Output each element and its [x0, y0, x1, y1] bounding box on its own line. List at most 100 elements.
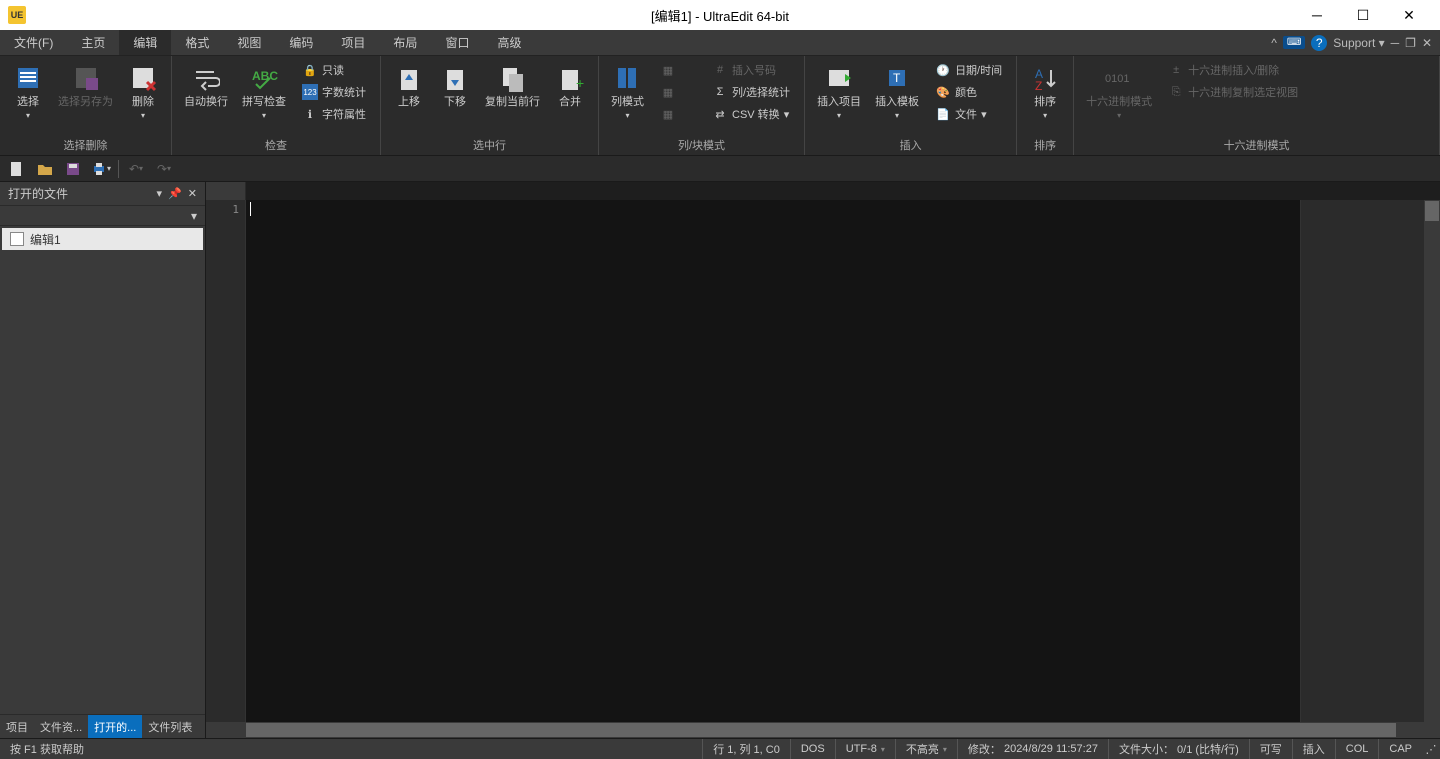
hex-icon: 0101: [1103, 62, 1135, 94]
print-button[interactable]: ▾: [90, 158, 112, 180]
status-encoding[interactable]: UTF-8: [836, 739, 896, 759]
status-readwrite[interactable]: 可写: [1250, 739, 1293, 759]
close-button[interactable]: ✕: [1386, 0, 1432, 30]
sidebar-filter-dropdown[interactable]: ▾: [0, 206, 205, 226]
hex-copy-icon: ⎘: [1168, 84, 1184, 100]
save-selection-button[interactable]: 选择另存为: [52, 60, 119, 134]
sidebar-tab-browser[interactable]: 文件资...: [34, 715, 88, 738]
save-button[interactable]: [62, 158, 84, 180]
insert-number-button[interactable]: #插入号码: [708, 60, 794, 80]
open-file-item[interactable]: 编辑1: [2, 228, 203, 250]
horizontal-scrollbar[interactable]: [206, 722, 1440, 738]
char-props-button[interactable]: ℹ字符属性: [298, 104, 370, 124]
readonly-button[interactable]: 🔒只读: [298, 60, 370, 80]
spellcheck-button[interactable]: ABC 拼写检查▾: [236, 60, 292, 134]
sort-button[interactable]: AZ排序▾: [1023, 60, 1067, 134]
new-file-button[interactable]: [6, 158, 28, 180]
csv-icon: ⇄: [712, 106, 728, 122]
sidebar-close-icon[interactable]: ✕: [188, 187, 197, 200]
delete-icon: [127, 62, 159, 94]
sidebar-dropdown-icon[interactable]: ▾: [157, 187, 163, 200]
insert-template-button[interactable]: T插入模板▾: [869, 60, 925, 134]
statusbar: 按 F1 获取帮助 行 1, 列 1, C0 DOS UTF-8 不高亮 修改：…: [0, 738, 1440, 759]
ribbon-group-label: 列/块模式: [605, 135, 798, 155]
scroll-thumb[interactable]: [1425, 201, 1439, 221]
ribbon-group-column: 列模式▾ ▦ ▦ ▦ #插入号码 Σ列/选择统计 ⇄CSV 转换 ▾ 列/块模式: [599, 56, 805, 155]
menu-file[interactable]: 文件(F): [0, 30, 67, 55]
maximize-button[interactable]: ☐: [1340, 0, 1386, 30]
mdi-minimize-icon[interactable]: ─: [1391, 36, 1400, 50]
delete-button[interactable]: 删除▾: [121, 60, 165, 134]
undo-button[interactable]: ↶ ▾: [125, 158, 147, 180]
status-col[interactable]: COL: [1336, 739, 1380, 759]
help-icon[interactable]: ?: [1311, 35, 1327, 51]
ribbon-collapse-icon[interactable]: ^: [1271, 36, 1277, 50]
status-highlight[interactable]: 不高亮: [896, 739, 958, 759]
resize-grip-icon[interactable]: ⋰: [1422, 743, 1440, 756]
ribbon-group-check: 自动换行 ABC 拼写检查▾ 🔒只读 123字数统计 ℹ字符属性 检查: [172, 56, 381, 155]
sidebar-tab-open[interactable]: 打开的...: [88, 715, 142, 738]
status-insert[interactable]: 插入: [1293, 739, 1336, 759]
insert-file-button[interactable]: 📄文件 ▾: [931, 104, 1006, 124]
datetime-icon: 🕐: [935, 62, 951, 78]
open-file-button[interactable]: [34, 158, 56, 180]
mdi-close-icon[interactable]: ✕: [1422, 36, 1432, 50]
menu-encoding[interactable]: 编码: [275, 30, 327, 55]
menu-home[interactable]: 主页: [67, 30, 119, 55]
menu-view[interactable]: 视图: [223, 30, 275, 55]
movedown-button[interactable]: 下移: [433, 60, 477, 134]
scroll-thumb[interactable]: [246, 723, 1396, 737]
moveup-button[interactable]: 上移: [387, 60, 431, 134]
minimize-button[interactable]: ─: [1294, 0, 1340, 30]
moveup-icon: [393, 62, 425, 94]
hex-copy-view-button[interactable]: ⎘十六进制复制选定视图: [1164, 82, 1302, 102]
svg-text:0101: 0101: [1105, 73, 1129, 85]
gutter-head: [206, 182, 246, 200]
text-editor[interactable]: [246, 200, 1300, 722]
menu-format[interactable]: 格式: [171, 30, 223, 55]
insert-datetime-button[interactable]: 🕐日期/时间: [931, 60, 1006, 80]
wordwrap-button[interactable]: 自动换行: [178, 60, 234, 134]
wordcount-button[interactable]: 123字数统计: [298, 82, 370, 102]
insert-color-button[interactable]: 🎨颜色: [931, 82, 1006, 102]
col-select-stats-button[interactable]: Σ列/选择统计: [708, 82, 794, 102]
merge-button[interactable]: +合并: [548, 60, 592, 134]
menubar: 文件(F) 主页 编辑 格式 视图 编码 项目 布局 窗口 高级 ^ ⌨ ? S…: [0, 30, 1440, 56]
hex-insert-delete-button[interactable]: ±十六进制插入/删除: [1164, 60, 1302, 80]
duplicate-line-button[interactable]: 复制当前行: [479, 60, 546, 134]
menu-layout[interactable]: 布局: [379, 30, 431, 55]
csv-convert-button[interactable]: ⇄CSV 转换 ▾: [708, 104, 794, 124]
menu-window[interactable]: 窗口: [431, 30, 483, 55]
ribbon: 选择▾ 选择另存为 删除▾ 选择删除 自动换行 ABC 拼写检查▾: [0, 56, 1440, 156]
keyboard-icon[interactable]: ⌨: [1283, 36, 1305, 49]
status-cap[interactable]: CAP: [1379, 739, 1422, 759]
status-lineend[interactable]: DOS: [791, 739, 836, 759]
status-position[interactable]: 行 1, 列 1, C0: [703, 739, 791, 759]
status-filesize: 文件大小： 0/1 (比特/行): [1109, 739, 1250, 759]
file-icon: 📄: [935, 106, 951, 122]
redo-button[interactable]: ↷ ▾: [153, 158, 175, 180]
insert-project-button[interactable]: 插入项目▾: [811, 60, 867, 134]
column-mode-button[interactable]: 列模式▾: [605, 60, 650, 134]
select-button[interactable]: 选择▾: [6, 60, 50, 134]
menu-project[interactable]: 项目: [327, 30, 379, 55]
insert-template-icon: T: [881, 62, 913, 94]
sidebar-pin-icon[interactable]: 📌: [168, 187, 182, 200]
col-s2: ▦: [656, 82, 698, 102]
minimap[interactable]: [1300, 200, 1440, 722]
editor: 0102030405060708090100110120130140 1: [206, 182, 1440, 738]
menu-edit[interactable]: 编辑: [119, 30, 171, 55]
readonly-icon: 🔒: [302, 62, 318, 78]
menu-advanced[interactable]: 高级: [483, 30, 535, 55]
sidebar-tab-list[interactable]: 文件列表: [142, 715, 198, 738]
svg-text:Z: Z: [1035, 79, 1042, 92]
sidebar-tabs: 项目 文件资... 打开的... 文件列表: [0, 714, 205, 738]
select-icon: [12, 62, 44, 94]
mdi-restore-icon[interactable]: ❐: [1405, 36, 1416, 50]
sidebar-header: 打开的文件 ▾ 📌 ✕: [0, 182, 205, 206]
vertical-scrollbar[interactable]: [1424, 200, 1440, 722]
sidebar-tab-project[interactable]: 项目: [0, 715, 34, 738]
char-props-icon: ℹ: [302, 106, 318, 122]
hex-mode-button[interactable]: 0101十六进制模式▾: [1080, 60, 1158, 134]
support-dropdown[interactable]: Support ▾: [1333, 36, 1384, 50]
